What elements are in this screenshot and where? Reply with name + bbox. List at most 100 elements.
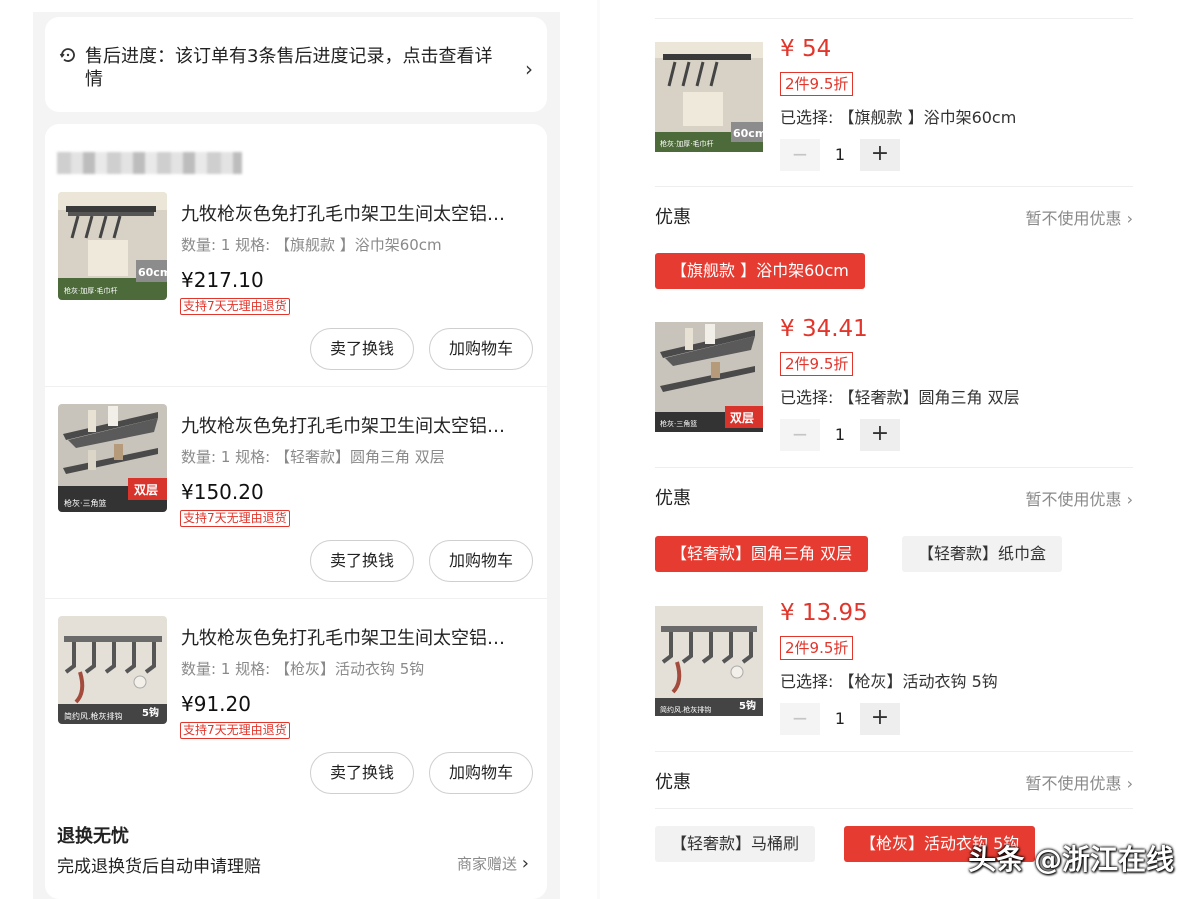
product-title[interactable]: 九牧枪灰色免打孔毛巾架卫生间太空铝… <box>181 624 531 650</box>
aftersale-progress-card[interactable]: 售后进度：该订单有3条售后进度记录，点击查看详情 › <box>45 17 547 112</box>
selected-spec[interactable]: 已选择: 【旗舰款 】浴巾架60cm <box>780 104 1016 128</box>
product-image-coat-hooks: 5钩 简约风.枪灰排钩 <box>58 616 167 724</box>
sku-chip[interactable]: 【旗舰款 】浴巾架60cm <box>655 253 865 289</box>
product-image-coat-hooks: 5钩 简约风.枪灰排钩 <box>655 606 763 716</box>
discount-badge: 2件9.5折 <box>780 352 854 376</box>
promo-label: 优惠 <box>655 772 691 793</box>
row-divider <box>655 808 1133 809</box>
minus-button[interactable]: − <box>780 139 820 171</box>
promo-value: 暂不使用优惠 › <box>1025 205 1133 229</box>
add-to-cart-button[interactable]: 加购物车 <box>429 752 533 794</box>
merchant-gift-link[interactable]: 商家赠送 › <box>457 853 529 874</box>
promo-value-text: 暂不使用优惠 <box>1025 209 1122 228</box>
order-item: 5钩 简约风.枪灰排钩 九牧枪灰色免打孔毛巾架卫生间太空铝… 数量: 1 规格:… <box>45 616 547 828</box>
promo-value: 暂不使用优惠 › <box>1025 770 1133 794</box>
return-guarantee-title: 退换无忧 <box>57 826 129 847</box>
return-policy-badge: 支持7天无理由退货 <box>180 510 290 527</box>
promo-label: 优惠 <box>655 207 691 228</box>
row-divider <box>655 18 1133 19</box>
product-image-towel-rack: 60cm 枪灰·加厚·毛巾杆 <box>58 192 167 300</box>
order-item: 双层 枪灰·三角篮 九牧枪灰色免打孔毛巾架卫生间太空铝… 数量: 1 规格: 【… <box>45 404 547 616</box>
product-image-badge: 5钩 <box>142 706 159 719</box>
product-spec: 数量: 1 规格: 【枪灰】活动衣钩 5钩 <box>181 660 425 678</box>
order-items-card: 60cm 枪灰·加厚·毛巾杆 九牧枪灰色免打孔毛巾架卫生间太空铝… 数量: 1 … <box>45 124 547 899</box>
row-divider <box>655 467 1133 468</box>
sku-chip[interactable]: 【轻奢款】马桶刷 <box>655 826 816 862</box>
product-image-badge: 双层 <box>134 483 158 497</box>
quantity-stepper: − 1 + <box>780 703 902 735</box>
product-image-banner: 枪灰·加厚·毛巾杆 <box>660 139 713 148</box>
product-image-corner-shelf: 双层 枪灰·三角篮 <box>58 404 167 512</box>
add-to-cart-button[interactable]: 加购物车 <box>429 540 533 582</box>
sell-button[interactable]: 卖了换钱 <box>310 540 414 582</box>
quantity-stepper: − 1 + <box>780 419 902 451</box>
product-image-badge: 60cm <box>138 266 167 279</box>
return-guarantee-desc: 完成退换货后自动申请理赔 <box>57 857 261 877</box>
promo-row[interactable]: 优惠 暂不使用优惠 › <box>655 484 1133 514</box>
product-image-banner: 简约风.枪灰排钩 <box>660 705 711 714</box>
product-price: ¥91.20 <box>181 692 251 716</box>
promo-value-text: 暂不使用优惠 <box>1025 490 1122 509</box>
product-image-towel-rack: 60cm 枪灰·加厚·毛巾杆 <box>655 42 763 152</box>
merchant-gift-label: 商家赠送 <box>457 855 518 873</box>
quantity-value[interactable]: 1 <box>820 419 860 451</box>
plus-button[interactable]: + <box>860 703 900 735</box>
sell-button[interactable]: 卖了换钱 <box>310 328 414 370</box>
order-detail-panel: 售后进度：该订单有3条售后进度记录，点击查看详情 › 60cm 枪灰·加厚·毛巾… <box>33 12 560 899</box>
product-image-badge: 双层 <box>730 411 754 425</box>
chevron-right-icon: › <box>521 853 529 874</box>
discount-badge: 2件9.5折 <box>780 636 854 660</box>
cart-panel: 60cm 枪灰·加厚·毛巾杆 ¥ 54 2件9.5折 已选择: 【旗舰款 】浴巾… <box>600 0 1200 899</box>
product-image-corner-shelf: 双层 枪灰·三角篮 <box>655 322 763 432</box>
chevron-right-icon: › <box>525 57 533 81</box>
product-image-banner: 枪灰·三角篮 <box>64 498 107 508</box>
return-policy-badge: 支持7天无理由退货 <box>180 722 290 739</box>
sku-chip[interactable]: 【轻奢款】纸巾盒 <box>902 536 1063 572</box>
quantity-stepper: − 1 + <box>780 139 902 171</box>
promo-label: 优惠 <box>655 488 691 509</box>
screenshot: 售后进度：该订单有3条售后进度记录，点击查看详情 › 60cm 枪灰·加厚·毛巾… <box>0 0 1200 899</box>
quantity-value[interactable]: 1 <box>820 139 860 171</box>
plus-button[interactable]: + <box>860 419 900 451</box>
chevron-right-icon: › <box>1126 774 1133 793</box>
product-price: ¥ 54 <box>780 36 832 62</box>
row-divider <box>655 751 1133 752</box>
chevron-right-icon: › <box>1126 209 1133 228</box>
product-spec: 数量: 1 规格: 【轻奢款】圆角三角 双层 <box>181 448 445 466</box>
product-image-banner: 枪灰·加厚·毛巾杆 <box>64 286 117 295</box>
return-policy-badge: 支持7天无理由退货 <box>180 298 290 315</box>
selected-spec[interactable]: 已选择: 【枪灰】活动衣钩 5钩 <box>780 668 998 692</box>
product-image-badge: 5钩 <box>739 699 756 712</box>
shop-name-blurred <box>57 152 242 174</box>
product-price: ¥ 13.95 <box>780 600 868 626</box>
sell-button[interactable]: 卖了换钱 <box>310 752 414 794</box>
promo-row[interactable]: 优惠 暂不使用优惠 › <box>655 768 1133 798</box>
watermark: 头条 @浙江在线 <box>968 843 1174 876</box>
add-to-cart-button[interactable]: 加购物车 <box>429 328 533 370</box>
row-divider <box>655 186 1133 187</box>
promo-value: 暂不使用优惠 › <box>1025 486 1133 510</box>
selected-spec[interactable]: 已选择: 【轻奢款】圆角三角 双层 <box>780 384 1020 408</box>
product-image-badge: 60cm <box>733 127 763 140</box>
sku-chip[interactable]: 【轻奢款】圆角三角 双层 <box>655 536 869 572</box>
product-price: ¥217.10 <box>181 268 264 292</box>
discount-badge: 2件9.5折 <box>780 72 854 96</box>
product-title[interactable]: 九牧枪灰色免打孔毛巾架卫生间太空铝… <box>181 412 531 438</box>
product-title[interactable]: 九牧枪灰色免打孔毛巾架卫生间太空铝… <box>181 200 531 226</box>
refresh-clock-icon <box>59 48 75 62</box>
product-spec: 数量: 1 规格: 【旗舰款 】浴巾架60cm <box>181 236 442 254</box>
promo-row[interactable]: 优惠 暂不使用优惠 › <box>655 203 1133 233</box>
minus-button[interactable]: − <box>780 703 820 735</box>
plus-button[interactable]: + <box>860 139 900 171</box>
promo-value-text: 暂不使用优惠 <box>1025 774 1122 793</box>
minus-button[interactable]: − <box>780 419 820 451</box>
item-divider <box>45 598 547 599</box>
product-price: ¥ 34.41 <box>780 316 868 342</box>
product-price: ¥150.20 <box>181 480 264 504</box>
chevron-right-icon: › <box>1126 490 1133 509</box>
quantity-value[interactable]: 1 <box>820 703 860 735</box>
aftersale-progress-text: 售后进度：该订单有3条售后进度记录，点击查看详情 <box>85 46 493 90</box>
order-item: 60cm 枪灰·加厚·毛巾杆 九牧枪灰色免打孔毛巾架卫生间太空铝… 数量: 1 … <box>45 192 547 404</box>
item-divider <box>45 386 547 387</box>
product-image-banner: 枪灰·三角篮 <box>660 419 697 428</box>
